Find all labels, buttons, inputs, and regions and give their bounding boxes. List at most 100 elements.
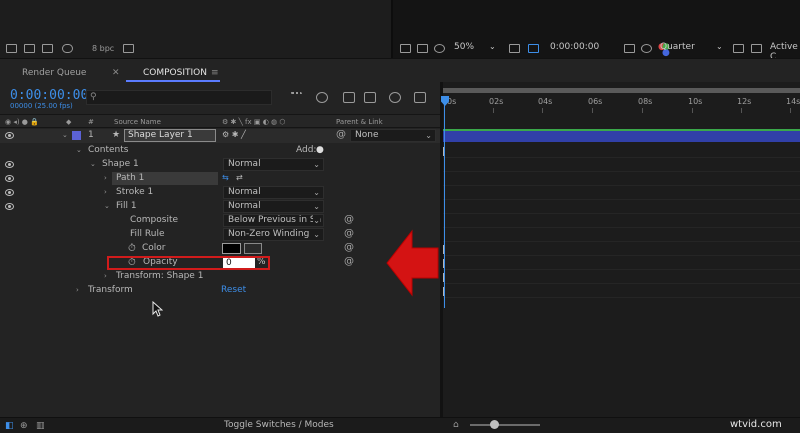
frame-blending-icon[interactable] xyxy=(364,92,376,103)
layer-search-input[interactable] xyxy=(86,90,272,105)
shape-chevron-icon[interactable]: ⌄ xyxy=(90,160,96,168)
red-pointer-arrow-icon xyxy=(386,229,439,297)
fill-visibility-eye-icon[interactable] xyxy=(5,203,14,210)
tab-composition[interactable]: COMPOSITION xyxy=(143,68,207,78)
new-composition-icon[interactable] xyxy=(42,44,53,53)
time-zoom-knob[interactable] xyxy=(490,420,499,429)
graph-editor-icon[interactable] xyxy=(414,92,426,103)
transform-shape-chevron-icon[interactable]: › xyxy=(104,272,107,280)
path-visibility-eye-icon[interactable] xyxy=(5,175,14,182)
transform-label[interactable]: Transform xyxy=(88,285,133,295)
path-row: › Path 1 ⇆ ⇄ xyxy=(0,172,440,186)
track-divider xyxy=(443,199,800,200)
interpret-footage-icon[interactable] xyxy=(6,44,17,53)
layer-name[interactable]: Shape Layer 1 xyxy=(128,130,193,140)
viewer-timecode[interactable]: 0:00:00:00 xyxy=(550,42,599,52)
ruler-label: 08s xyxy=(638,97,653,106)
opacity-highlight-box xyxy=(107,256,270,270)
parent-select[interactable]: None ⌄ xyxy=(350,129,436,142)
watermark: wtvid.com xyxy=(730,419,782,430)
track-divider xyxy=(443,241,800,242)
layer-switches-toggle-icon[interactable]: ◧ xyxy=(5,421,14,431)
contents-chevron-icon[interactable]: ⌄ xyxy=(76,146,82,154)
fast-previews-icon[interactable] xyxy=(733,44,744,53)
stroke-chevron-icon[interactable]: › xyxy=(104,188,107,196)
stroke-name[interactable]: Stroke 1 xyxy=(116,187,153,197)
layer-duration-bar[interactable] xyxy=(443,129,800,142)
region-of-interest-icon[interactable] xyxy=(528,44,539,53)
parent-link-header[interactable]: Parent & Link xyxy=(336,118,383,126)
layer-switches-icons[interactable]: ⚙ ✱ ╱ xyxy=(222,130,246,139)
color-pick-whip-icon[interactable]: @ xyxy=(344,242,354,253)
work-area-bar[interactable] xyxy=(443,88,800,93)
layer-visibility-eye-icon[interactable] xyxy=(5,132,14,139)
fill-rule-select[interactable]: Non-Zero Winding ⌄ xyxy=(223,228,324,241)
resolution-select[interactable]: Quarter xyxy=(660,42,695,52)
time-zoom-slider[interactable] xyxy=(470,424,540,426)
color-label: Color xyxy=(142,243,166,253)
layer-number-header[interactable]: # xyxy=(88,118,94,126)
source-name-header[interactable]: Source Name xyxy=(114,118,161,126)
current-time-indicator-line xyxy=(444,98,445,308)
tab-render-queue[interactable]: Render Queue xyxy=(22,68,86,78)
composite-select[interactable]: Below Previous in Sa ⌄ xyxy=(223,214,324,227)
fill-rule-pick-whip-icon[interactable]: @ xyxy=(344,228,354,239)
composition-mini-flowchart-icon[interactable] xyxy=(290,92,302,103)
shape-visibility-eye-icon[interactable] xyxy=(5,161,14,168)
zoom-chevron-icon[interactable]: ⌄ xyxy=(489,42,496,51)
label-color-swatch[interactable] xyxy=(72,131,81,140)
eyedropper-icon[interactable] xyxy=(244,243,262,254)
fill-name[interactable]: Fill 1 xyxy=(116,201,137,211)
modes-toggle-icon[interactable]: ⊕ xyxy=(20,421,28,431)
transparency-grid-icon[interactable] xyxy=(751,44,762,53)
mask-visibility-icon[interactable] xyxy=(434,44,445,53)
shape-blend-mode-select[interactable]: Normal ⌄ xyxy=(223,158,324,171)
opacity-pick-whip-icon[interactable]: @ xyxy=(344,256,354,267)
show-snapshot-icon[interactable] xyxy=(641,44,652,53)
transform-shape-label[interactable]: Transform: Shape 1 xyxy=(116,271,203,281)
draft-3d-icon[interactable] xyxy=(316,92,328,103)
motion-blur-icon[interactable] xyxy=(389,92,401,103)
stroke-visibility-eye-icon[interactable] xyxy=(5,189,14,196)
path-direction-reverse-icon[interactable]: ⇄ xyxy=(236,173,243,182)
path-direction-icon[interactable]: ⇆ xyxy=(222,173,229,182)
av-features-header-icon[interactable]: ◉ ◂) ● 🔒 xyxy=(5,118,39,126)
new-folder-icon[interactable] xyxy=(24,44,35,53)
composite-pick-whip-icon[interactable]: @ xyxy=(344,214,354,225)
zoom-select[interactable]: 50% xyxy=(454,42,474,52)
monitor-icon[interactable] xyxy=(417,44,428,53)
resolution-chevron-icon[interactable]: ⌄ xyxy=(716,42,723,51)
duration-toggle-icon[interactable]: ▥ xyxy=(36,421,45,431)
color-stopwatch-icon[interactable]: ⏱ xyxy=(128,243,136,254)
fill-rule-label: Fill Rule xyxy=(130,229,165,239)
add-shape-button-icon[interactable]: ● xyxy=(316,145,324,155)
always-preview-icon[interactable] xyxy=(400,44,411,53)
fill-color-swatch[interactable] xyxy=(222,243,241,254)
switches-header-icons[interactable]: ⚙ ✱ ╲ fx ▣ ◐ ◍ ⬡ xyxy=(222,118,285,126)
track-divider xyxy=(443,213,800,214)
pick-whip-icon[interactable]: @ xyxy=(336,129,346,140)
stroke-blend-mode-select[interactable]: Normal ⌄ xyxy=(223,186,324,199)
shy-layers-icon[interactable] xyxy=(343,92,355,103)
path-name[interactable]: Path 1 xyxy=(116,173,144,183)
tab-close-icon[interactable]: ✕ xyxy=(112,68,120,78)
reset-link[interactable]: Reset xyxy=(221,285,246,295)
title-action-safe-icon[interactable] xyxy=(509,44,520,53)
layer-row[interactable]: ⌄ 1 ★ Shape Layer 1 ⚙ ✱ ╱ @ None ⌄ xyxy=(0,129,440,143)
current-time-display[interactable]: 0:00:00:00 xyxy=(10,88,88,103)
bit-depth-label[interactable]: 8 bpc xyxy=(92,44,114,53)
ruler-label: 02s xyxy=(489,97,504,106)
fill-chevron-icon[interactable]: ⌄ xyxy=(104,202,110,210)
zoom-out-icon[interactable]: ⌂ xyxy=(453,420,459,430)
trash-icon[interactable] xyxy=(123,44,134,53)
transform-chevron-icon[interactable]: › xyxy=(76,286,79,294)
label-header-icon[interactable]: ◆ xyxy=(66,118,71,126)
path-chevron-icon[interactable]: › xyxy=(104,174,107,182)
snapshot-icon[interactable] xyxy=(624,44,635,53)
project-settings-icon[interactable] xyxy=(62,44,73,53)
shape-group-name[interactable]: Shape 1 xyxy=(102,159,139,169)
tab-menu-icon[interactable]: ≡ xyxy=(211,68,219,78)
fill-blend-mode-select[interactable]: Normal ⌄ xyxy=(223,200,324,213)
layer-expand-chevron-icon[interactable]: ⌄ xyxy=(62,131,68,139)
toggle-switches-modes-button[interactable]: Toggle Switches / Modes xyxy=(224,420,334,430)
